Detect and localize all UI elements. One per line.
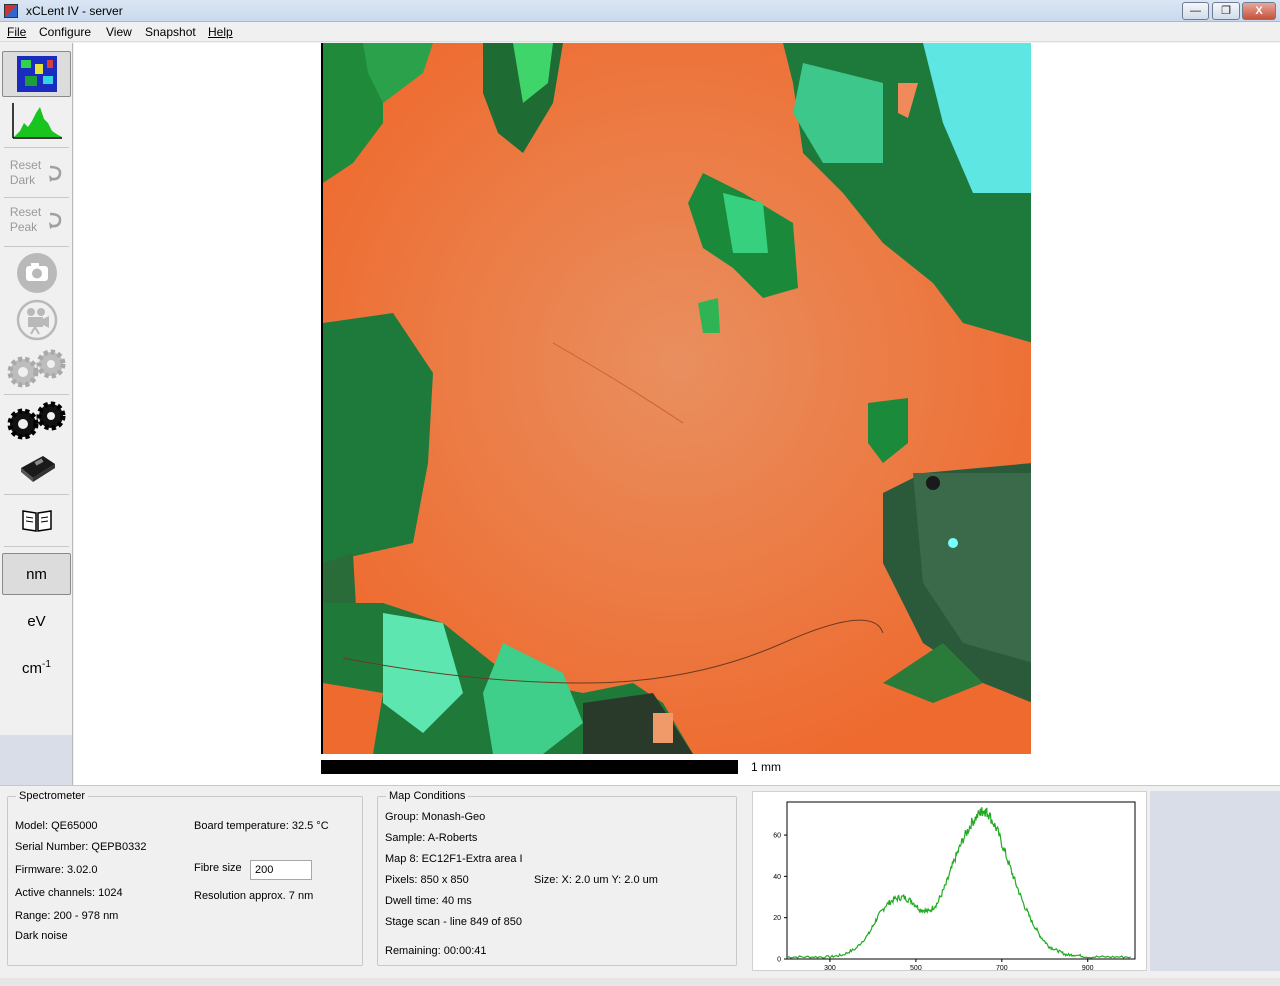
spectrometer-serial: Serial Number: QEPB0332 — [15, 841, 147, 853]
spectrum-chart-panel: 300 500 700 900 0 20 40 60 — [752, 791, 1147, 972]
map-dwell-time: Dwell time: 40 ms — [385, 895, 472, 907]
toolbar-empty-area — [0, 735, 72, 785]
y-tick-label: 20 — [773, 915, 781, 922]
configure-disabled-button[interactable] — [2, 345, 71, 391]
spectrometer-range: Range: 200 - 978 nm — [15, 910, 119, 922]
spectrum-view-button[interactable] — [2, 99, 71, 143]
spectrometer-model: Model: QE65000 — [15, 820, 98, 832]
window-title: xCLent IV - server — [26, 4, 123, 18]
reset-dark-label: Reset Dark — [10, 158, 41, 188]
toolbar-separator — [4, 494, 69, 495]
menu-configure[interactable]: Configure — [39, 25, 91, 39]
map-pixels: Pixels: 850 x 850 — [385, 874, 469, 886]
resolution-label: Resolution approx. 7 nm — [194, 890, 314, 902]
reset-peak-line1: Reset — [9, 205, 42, 219]
scale-bar — [321, 760, 738, 774]
toolbar-separator — [4, 546, 69, 547]
app-icon — [4, 4, 18, 18]
map-group: Group: Monash-Geo — [385, 811, 486, 823]
camera-icon — [16, 253, 57, 293]
record-video-button[interactable] — [2, 298, 71, 342]
unit-ev-button[interactable]: eV — [2, 600, 71, 642]
map-sample: Sample: A-Roberts — [385, 832, 478, 844]
close-button[interactable]: X — [1242, 2, 1276, 20]
snapshot-camera-button[interactable] — [2, 251, 71, 295]
toolbar-separator — [4, 394, 69, 395]
spectrometer-channels: Active channels: 1024 — [15, 887, 123, 899]
map-conditions-title: Map Conditions — [386, 790, 469, 802]
status-panel: Spectrometer Model: QE65000 Serial Numbe… — [0, 785, 1280, 986]
toolbar-separator — [4, 197, 69, 198]
device-icon — [20, 456, 55, 482]
toolbar-separator — [4, 246, 69, 247]
x-tick-label: 700 — [996, 965, 1008, 972]
unit-ev-label: eV — [27, 612, 46, 630]
maximize-button[interactable]: ❐ — [1212, 2, 1240, 20]
cl-map-image[interactable] — [321, 43, 1031, 754]
undo-arrow-icon — [49, 165, 62, 182]
menu-snapshot[interactable]: Snapshot — [145, 25, 196, 39]
reset-dark-button[interactable]: Reset Dark — [2, 153, 71, 193]
gears-icon — [7, 401, 65, 440]
scale-label: 1 mm — [751, 760, 781, 774]
plot-frame — [786, 801, 1136, 960]
right-empty-area — [1150, 791, 1280, 971]
map-thumbnail-icon — [16, 56, 57, 92]
cl-map-graphic — [323, 43, 1031, 754]
reset-peak-button[interactable]: Reset Peak — [2, 200, 71, 240]
manual-book-button[interactable] — [2, 499, 71, 541]
reset-dark-line2: Dark — [9, 173, 36, 187]
menu-file[interactable]: File — [7, 25, 26, 39]
gears-disabled-icon — [7, 349, 65, 388]
spectrometer-firmware: Firmware: 3.02.0 — [15, 864, 98, 876]
unit-cm-button[interactable]: cm-1 — [2, 647, 71, 689]
toolbar-separator — [4, 147, 69, 148]
video-camera-icon — [16, 299, 57, 341]
menu-help[interactable]: Help — [208, 25, 233, 39]
map-size: Size: X: 2.0 um Y: 2.0 um — [534, 874, 658, 886]
fibre-size-input[interactable] — [250, 860, 312, 880]
unit-nm-label: nm — [26, 565, 47, 583]
minimize-button[interactable]: — — [1182, 2, 1209, 20]
reset-dark-line1: Reset — [9, 158, 42, 172]
board-temperature: Board temperature: 32.5 °C — [194, 820, 329, 832]
x-tick-label: 300 — [824, 965, 836, 972]
y-tick-label: 0 — [777, 957, 781, 964]
spectrometer-group: Spectrometer Model: QE65000 Serial Numbe… — [7, 790, 363, 966]
reset-peak-line2: Peak — [9, 220, 38, 234]
configure-button[interactable] — [2, 397, 71, 443]
map-stage-scan: Stage scan - line 849 of 850 — [385, 916, 522, 928]
x-tick-label: 900 — [1082, 965, 1094, 972]
spectrum-chart-icon — [11, 103, 62, 139]
left-toolbar: Reset Dark Reset Peak nm eV cm-1 — [0, 43, 73, 785]
map-name: Map 8: EC12F1-Extra area I — [385, 853, 523, 865]
menu-help-label: Help — [208, 25, 233, 39]
title-bar: xCLent IV - server — ❐ X — [0, 0, 1280, 22]
spectrum-chart: 300 500 700 900 0 20 40 60 — [773, 801, 1136, 972]
x-tick-label: 500 — [910, 965, 922, 972]
reset-peak-label: Reset Peak — [10, 205, 41, 235]
spectrometer-title: Spectrometer — [16, 790, 89, 802]
dark-noise-label: Dark noise — [15, 930, 68, 942]
y-tick-label: 60 — [773, 833, 781, 840]
book-icon — [21, 510, 52, 532]
unit-cm-label: cm-1 — [22, 659, 51, 677]
map-conditions-group: Map Conditions Group: Monash-Geo Sample:… — [377, 790, 737, 966]
device-button[interactable] — [2, 446, 71, 488]
menu-file-label: File — [7, 25, 27, 39]
unit-nm-button[interactable]: nm — [2, 553, 71, 595]
map-view-button[interactable] — [2, 51, 71, 97]
undo-arrow-icon — [49, 212, 62, 229]
unit-cm-text: cm — [22, 660, 43, 677]
menu-view[interactable]: View — [106, 25, 132, 39]
menu-bar: File Configure View Snapshot Help — [0, 22, 1280, 42]
unit-cm-sup: -1 — [42, 659, 51, 670]
map-remaining: Remaining: 00:00:41 — [385, 945, 487, 957]
map-canvas: 1 mm — [74, 43, 1280, 785]
fibre-size-label: Fibre size — [194, 862, 242, 874]
y-tick-label: 40 — [773, 874, 781, 881]
